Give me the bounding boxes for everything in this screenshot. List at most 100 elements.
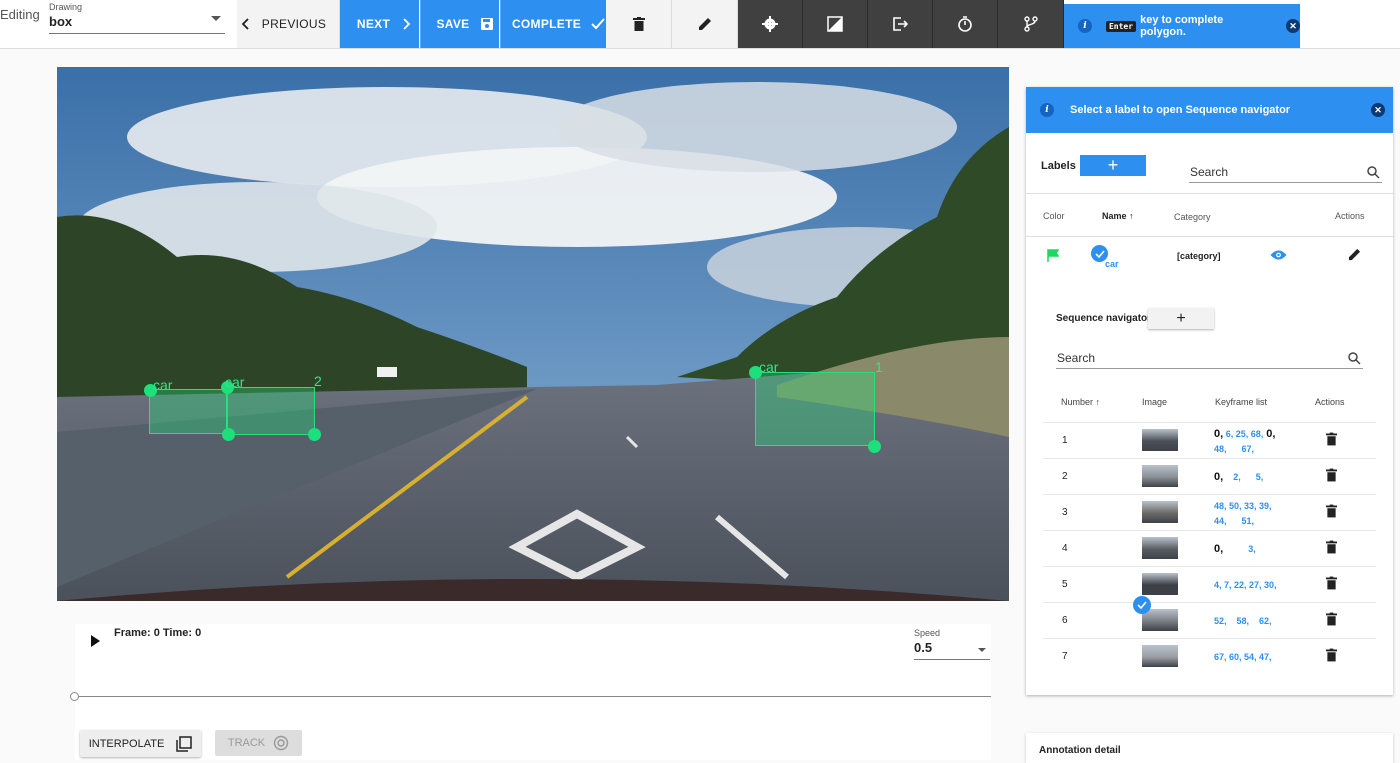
sequence-row[interactable]: 3 48, 50, 33, 39, 44, 51,	[1043, 494, 1376, 530]
previous-label: PREVIOUS	[261, 17, 327, 31]
sequence-search-placeholder: Search	[1057, 351, 1096, 365]
trash-icon[interactable]	[1326, 576, 1337, 590]
chevron-down-icon	[978, 648, 986, 652]
trash-icon[interactable]	[1326, 648, 1337, 662]
sequence-thumbnail[interactable]	[1142, 573, 1178, 595]
annotation-canvas[interactable]: car car 2 car 1	[57, 67, 1009, 601]
plus-icon: +	[1176, 309, 1186, 327]
drawing-caption: Drawing	[49, 2, 83, 12]
keyframe-list[interactable]: 67, 60, 54, 47,	[1214, 650, 1294, 665]
col-category: Category	[1174, 212, 1211, 222]
keyframe-values: 48, 67,	[1214, 444, 1255, 454]
edit-button[interactable]	[672, 0, 738, 48]
complete-button[interactable]: COMPLETE	[500, 0, 606, 48]
search-icon	[1348, 352, 1361, 365]
sequence-row[interactable]: 7 67, 60, 54, 47,	[1043, 638, 1376, 674]
keyframe-list[interactable]: 0, 2, 5,	[1214, 470, 1294, 485]
col-actions: Actions	[1335, 211, 1365, 221]
sequence-search-input[interactable]: Search	[1056, 345, 1363, 369]
pencil-icon[interactable]	[1348, 248, 1361, 261]
label-search-input[interactable]: Search	[1189, 159, 1382, 183]
add-label-button[interactable]: +	[1080, 155, 1146, 176]
keyframe-values: 67, 60, 54, 47,	[1214, 652, 1272, 662]
exit-button[interactable]	[868, 0, 933, 48]
chevron-right-icon	[403, 18, 411, 30]
video-timeline: Frame: 0 Time: 0 Speed 0.5 INTERPOLATE T…	[70, 624, 991, 760]
chevron-down-icon	[211, 16, 221, 21]
branch-button[interactable]	[998, 0, 1064, 48]
keyframe-current: 0,	[1214, 428, 1224, 440]
save-button[interactable]: SAVE	[420, 0, 499, 48]
timeline-slider[interactable]	[75, 696, 991, 697]
gear-icon	[762, 16, 778, 32]
sequence-thumbnail[interactable]	[1142, 429, 1178, 451]
save-label: SAVE	[436, 17, 470, 31]
selected-check-icon	[1133, 596, 1151, 614]
col-number-label: Number	[1061, 397, 1094, 407]
col-number[interactable]: Number ↑	[1061, 397, 1100, 407]
trash-icon[interactable]	[1326, 612, 1337, 626]
settings-button[interactable]	[738, 0, 803, 48]
search-icon	[1367, 166, 1380, 179]
label-name: car	[1105, 259, 1119, 269]
copy-icon	[176, 735, 193, 752]
col-name[interactable]: Name ↑	[1102, 211, 1134, 221]
sequence-thumbnail[interactable]	[1142, 609, 1178, 631]
sequence-row[interactable]: 1 0, 6, 25, 68, 0, 48, 67,	[1043, 422, 1376, 458]
bounding-box[interactable]	[149, 389, 227, 434]
trash-icon[interactable]	[1326, 432, 1337, 446]
eye-icon[interactable]	[1270, 249, 1287, 261]
annotation-detail-title: Annotation detail	[1039, 745, 1121, 756]
trash-icon[interactable]	[1326, 468, 1337, 482]
brightness-icon	[827, 16, 843, 32]
sequence-thumbnail[interactable]	[1142, 537, 1178, 559]
keyframe-values: 52, 58, 62,	[1214, 616, 1272, 626]
sequence-row[interactable]: 2 0, 2, 5,	[1043, 458, 1376, 494]
box-label: car	[153, 377, 173, 393]
previous-button[interactable]: PREVIOUS	[237, 0, 340, 48]
trash-icon	[632, 17, 645, 31]
sequence-thumbnail[interactable]	[1142, 501, 1178, 523]
sequence-thumbnail[interactable]	[1142, 645, 1178, 667]
sequence-number: 4	[1062, 543, 1068, 554]
brightness-button[interactable]	[803, 0, 868, 48]
trash-icon[interactable]	[1326, 504, 1337, 518]
add-sequence-button[interactable]: +	[1148, 308, 1214, 329]
keyframe-list[interactable]: 0, 6, 25, 68, 0, 48, 67,	[1214, 427, 1294, 457]
bounding-box[interactable]	[755, 372, 875, 446]
keyframe-current: 0,	[1214, 471, 1224, 483]
keyframe-list[interactable]: 4, 7, 22, 27, 30,	[1214, 578, 1294, 593]
play-icon[interactable]	[89, 635, 101, 647]
delete-button[interactable]	[606, 0, 672, 48]
flag-icon	[1047, 249, 1059, 262]
speed-select[interactable]: Speed 0.5	[914, 628, 990, 660]
box-handle[interactable]	[222, 428, 235, 441]
banner-text: Select a label to open Sequence navigato…	[1070, 104, 1291, 116]
keyframe-list[interactable]: 0, 3,	[1214, 542, 1294, 557]
col-name-label: Name	[1102, 211, 1127, 221]
timer-button[interactable]	[933, 0, 998, 48]
box-handle[interactable]	[308, 428, 321, 441]
pencil-icon	[698, 18, 711, 30]
label-category: [category]	[1177, 251, 1221, 261]
drawing-type-select[interactable]: Drawing box	[49, 2, 225, 34]
trash-icon[interactable]	[1326, 540, 1337, 554]
sequence-number: 3	[1062, 507, 1068, 518]
sequence-number: 5	[1062, 579, 1068, 590]
box-handle[interactable]	[868, 440, 881, 453]
sequence-row[interactable]: 5 4, 7, 22, 27, 30,	[1043, 566, 1376, 602]
col-image: Image	[1142, 397, 1168, 407]
keyframe-list[interactable]: 52, 58, 62,	[1214, 614, 1294, 629]
bounding-box[interactable]	[227, 387, 315, 435]
interpolate-button[interactable]: INTERPOLATE	[80, 730, 201, 757]
sequence-number: 1	[1062, 435, 1068, 446]
track-button[interactable]: TRACK	[215, 730, 302, 756]
close-hint-icon[interactable]: ✕	[1286, 19, 1300, 33]
timeline-slider-thumb[interactable]	[70, 692, 79, 701]
sequence-thumbnail[interactable]	[1142, 465, 1178, 487]
keyframe-list[interactable]: 48, 50, 33, 39, 44, 51,	[1214, 499, 1294, 529]
sequence-row[interactable]: 6 52, 58, 62,	[1043, 596, 1376, 638]
sequence-row[interactable]: 4 0, 3,	[1043, 530, 1376, 566]
close-banner-icon[interactable]: ✕	[1371, 103, 1385, 117]
next-button[interactable]: NEXT	[340, 0, 419, 48]
